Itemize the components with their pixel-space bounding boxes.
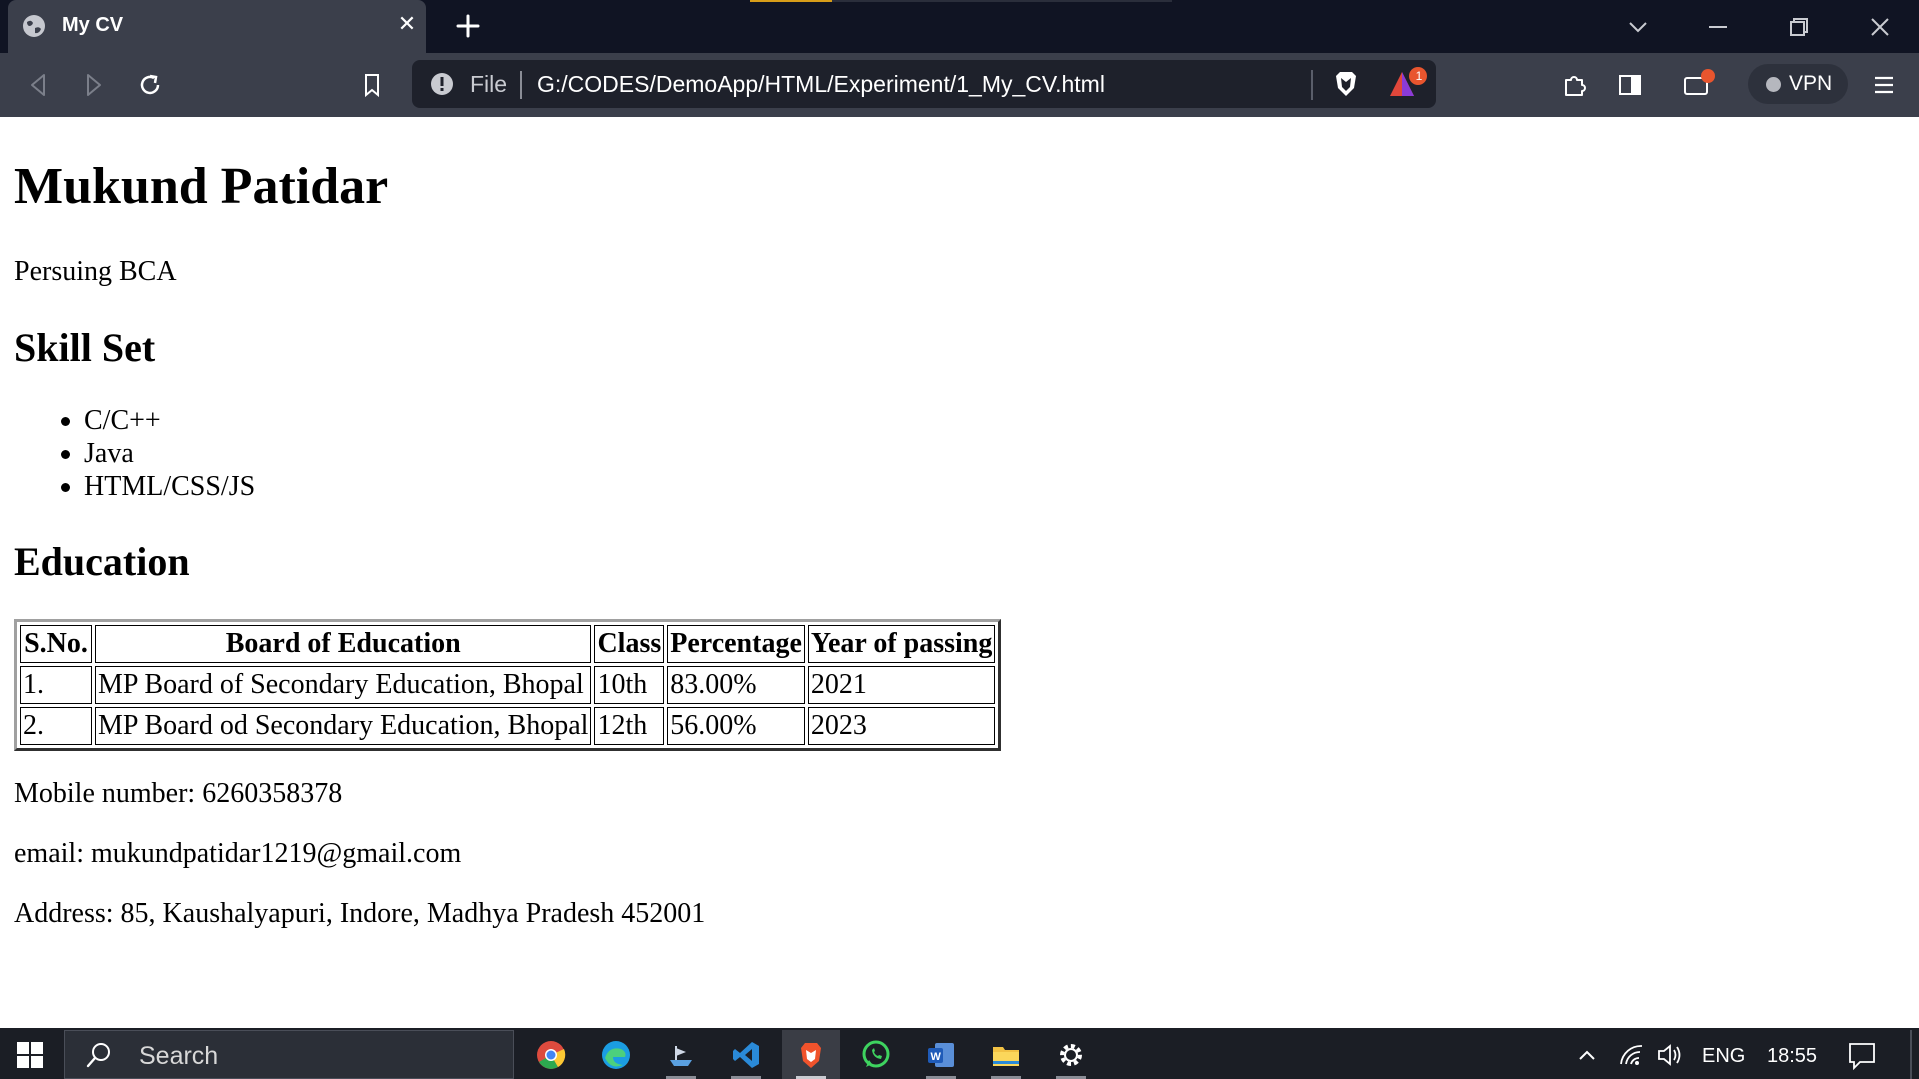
contact-address: Address: 85, Kaushalyapuri, Indore, Madh… <box>14 898 706 929</box>
taskbar-app-edge[interactable] <box>587 1030 645 1079</box>
reload-icon[interactable] <box>133 68 167 102</box>
windows-start-icon[interactable] <box>16 1041 44 1069</box>
taskbar-app-settings[interactable] <box>1042 1030 1100 1079</box>
clock-time[interactable]: 18:55 <box>1767 1044 1817 1068</box>
contact-mobile: Mobile number: 6260358378 <box>14 778 343 809</box>
brave-shields-icon[interactable] <box>1330 68 1362 100</box>
vpn-label: VPN <box>1789 72 1833 95</box>
globe-icon <box>23 15 45 37</box>
column-header: Year of passing <box>807 625 996 663</box>
taskbar-search-box[interactable] <box>64 1030 514 1079</box>
bookmark-icon[interactable] <box>355 68 389 102</box>
search-placeholder: Search <box>139 1042 219 1070</box>
skill-label: HTML/CSS/JS <box>84 471 256 502</box>
table-cell: 2023 <box>807 707 996 745</box>
rewards-notification-count: 1 <box>1415 69 1423 83</box>
edge-icon <box>602 1041 630 1069</box>
tab-search-chevron-icon[interactable] <box>1621 10 1655 44</box>
address-divider <box>520 71 522 99</box>
skill-label: Java <box>84 438 134 469</box>
column-header: Class <box>594 625 665 663</box>
address-scheme-label: File <box>470 71 508 97</box>
table-row: 2. MP Board od Secondary Education, Bhop… <box>20 707 996 745</box>
table-cell: 1. <box>20 666 92 704</box>
table-cell: MP Board of Secondary Education, Bhopal <box>95 666 592 704</box>
list-item: Java <box>0 437 255 470</box>
column-header: S.No. <box>20 625 92 663</box>
bullet-icon <box>61 483 70 492</box>
notification-center-icon[interactable] <box>1846 1040 1878 1070</box>
education-heading: Education <box>14 539 190 584</box>
skills-list: C/C++ Java HTML/CSS/JS <box>0 404 255 503</box>
minimize-window-icon[interactable] <box>1701 10 1735 44</box>
close-window-icon[interactable] <box>1863 10 1897 44</box>
bullet-icon <box>61 417 70 426</box>
language-indicator[interactable]: ENG <box>1702 1044 1745 1068</box>
bullet-icon <box>61 450 70 459</box>
search-icon <box>86 1043 110 1068</box>
ship-icon <box>670 1046 692 1066</box>
wallet-icon[interactable] <box>1681 68 1715 102</box>
svg-text:W: W <box>931 1051 942 1063</box>
settings-icon <box>1060 1044 1082 1066</box>
taskbar-app-file-explorer[interactable] <box>977 1030 1035 1079</box>
file-explorer-icon <box>993 1047 1019 1066</box>
wifi-icon[interactable] <box>1618 1042 1646 1068</box>
tab-drag-track <box>832 0 1172 2</box>
page-title: Mukund Patidar <box>14 158 389 215</box>
extensions-icon[interactable] <box>1557 68 1591 102</box>
table-cell: 10th <box>594 666 665 704</box>
menu-hamburger-icon[interactable] <box>1867 68 1901 102</box>
restore-window-icon[interactable] <box>1782 10 1816 44</box>
word-icon: W <box>928 1043 954 1067</box>
vscode-icon <box>733 1042 759 1068</box>
table-cell: MP Board od Secondary Education, Bhopal <box>95 707 592 745</box>
skills-heading: Skill Set <box>14 325 156 370</box>
volume-icon[interactable] <box>1656 1042 1686 1068</box>
address-url-text[interactable]: G:/CODES/DemoApp/HTML/Experiment/1_My_CV… <box>537 70 1105 98</box>
close-tab-icon[interactable]: ✕ <box>396 13 418 35</box>
table-cell: 12th <box>594 707 665 745</box>
list-item: HTML/CSS/JS <box>0 470 255 503</box>
show-desktop-divider[interactable] <box>1910 1030 1912 1079</box>
back-icon[interactable] <box>22 68 56 102</box>
column-header: Board of Education <box>95 625 592 663</box>
address-divider-right <box>1311 70 1313 100</box>
table-header-row: S.No. Board of Education Class Percentag… <box>20 625 996 663</box>
vpn-status-dot <box>1766 77 1781 92</box>
table-cell: 2021 <box>807 666 996 704</box>
contact-email: email: mukundpatidar1219@gmail.com <box>14 838 462 869</box>
taskbar-app-chrome[interactable] <box>522 1030 580 1079</box>
page-viewport <box>0 117 1919 1028</box>
taskbar-app-brave[interactable] <box>782 1030 840 1079</box>
education-table: S.No. Board of Education Class Percentag… <box>14 619 1002 751</box>
info-icon[interactable] <box>430 72 454 96</box>
tab-drag-indicator <box>750 0 832 2</box>
table-cell: 56.00% <box>667 707 805 745</box>
list-item: C/C++ <box>0 404 255 437</box>
new-tab-button[interactable] <box>452 10 484 42</box>
taskbar-app-word[interactable]: W <box>912 1030 970 1079</box>
table-row: 1. MP Board of Secondary Education, Bhop… <box>20 666 996 704</box>
table-cell: 83.00% <box>667 666 805 704</box>
sidebar-toggle-icon[interactable] <box>1613 68 1647 102</box>
tab-title: My CV <box>62 14 124 36</box>
table-cell: 2. <box>20 707 92 745</box>
status-text: Persuing BCA <box>14 256 177 287</box>
taskbar-app-whatsapp[interactable] <box>847 1030 905 1079</box>
chevron-up-icon[interactable] <box>1576 1044 1598 1066</box>
taskbar-app-ship[interactable] <box>652 1030 710 1079</box>
skill-label: C/C++ <box>84 405 161 436</box>
whatsapp-icon <box>862 1040 890 1068</box>
brave-icon <box>801 1043 821 1068</box>
column-header: Percentage <box>667 625 805 663</box>
chrome-icon <box>537 1041 566 1069</box>
forward-icon[interactable] <box>76 68 110 102</box>
taskbar-app-vscode[interactable] <box>717 1030 775 1079</box>
